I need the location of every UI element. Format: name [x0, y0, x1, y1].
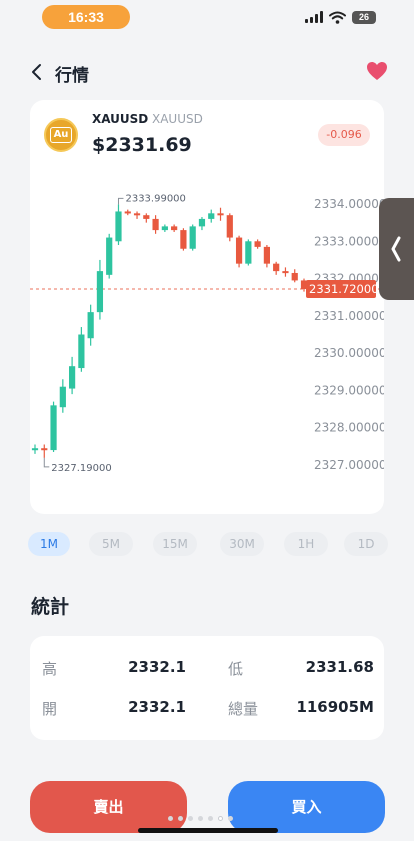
stats-card: 高 2332.1 低 2331.68 開 2332.1 總量 116905M	[30, 636, 384, 740]
stat-volume-label: 總量	[228, 700, 259, 718]
candle-body	[282, 271, 289, 274]
stat-high-label: 高	[42, 660, 58, 678]
candle-body	[180, 230, 187, 249]
cellular-signal-icon	[305, 11, 323, 23]
candle-body	[31, 448, 39, 451]
candle-body	[69, 366, 76, 389]
candle-body	[245, 241, 252, 264]
y-tick-label: 2327.00000	[314, 458, 384, 472]
side-drawer-handle[interactable]	[379, 198, 414, 300]
candle-body	[106, 237, 113, 275]
page-indicator	[168, 816, 233, 821]
candle-body	[291, 272, 298, 281]
stat-open-value: 2332.1	[128, 698, 186, 716]
stat-low-value: 2331.68	[305, 658, 374, 676]
candle-body	[50, 405, 57, 451]
candle-body	[189, 226, 196, 249]
tab-timeframe-1d[interactable]: 1D	[344, 532, 388, 556]
stats-section-title: 統計	[31, 596, 70, 618]
candle-body	[171, 226, 178, 231]
candle-body	[115, 211, 122, 242]
sell-button[interactable]: 賣出	[30, 781, 187, 833]
stat-low-label: 低	[228, 660, 244, 678]
candle-body	[59, 386, 66, 408]
chart-card: Au XAUUSD XAUUSD $2331.69 -0.096 2334.00…	[30, 100, 384, 514]
y-tick-label: 2333.00000	[314, 234, 384, 248]
candle-body	[87, 312, 94, 339]
candle-body	[143, 215, 150, 219]
candle-body	[41, 448, 48, 451]
timeframe-selector: 1M 5M 15M 30M 1H 1D	[28, 532, 388, 558]
candle-body	[96, 271, 104, 313]
status-icons: 26	[305, 9, 376, 25]
candle-body	[124, 211, 131, 214]
high-price-annotation: 2333.99000	[125, 193, 185, 204]
candle-body	[133, 213, 141, 216]
wifi-icon	[329, 11, 346, 24]
low-annotation-leader	[43, 457, 50, 468]
chevron-left-icon	[391, 236, 401, 262]
tab-timeframe-1h[interactable]: 1H	[284, 532, 328, 556]
y-tick-label: 2331.00000	[314, 309, 384, 323]
tab-timeframe-30m[interactable]: 30M	[220, 532, 264, 556]
candle-body	[78, 334, 85, 369]
current-price-tag: 2331.72000	[309, 282, 379, 296]
stat-open-label: 開	[42, 700, 58, 718]
candle-body	[161, 226, 168, 231]
high-annotation-leader	[117, 197, 124, 205]
candle-body	[235, 237, 243, 264]
buy-button[interactable]: 買入	[228, 781, 385, 833]
candle-body	[263, 246, 270, 264]
candle-body	[217, 213, 224, 216]
tab-timeframe-15m[interactable]: 15M	[153, 532, 197, 556]
nav-bar: 行情	[0, 50, 414, 94]
stat-high-value: 2332.1	[128, 658, 186, 676]
stat-volume-value: 116905M	[296, 698, 374, 716]
battery-icon: 26	[352, 10, 376, 24]
candle-body	[254, 241, 261, 247]
home-indicator	[138, 828, 278, 833]
tab-timeframe-5m[interactable]: 5M	[89, 532, 133, 556]
favorite-heart-icon[interactable]	[366, 61, 388, 81]
y-tick-label: 2329.00000	[314, 383, 384, 397]
back-icon[interactable]	[28, 60, 48, 84]
low-price-annotation: 2327.19000	[51, 463, 111, 474]
y-tick-label: 2328.00000	[314, 421, 384, 435]
page-title: 行情	[55, 66, 89, 86]
candle-body	[226, 215, 233, 238]
status-time: 16:33	[42, 5, 130, 29]
candle-body	[273, 263, 280, 272]
candle-body	[198, 218, 206, 227]
status-bar: 16:33 26	[0, 0, 414, 34]
y-tick-label: 2334.00000	[314, 197, 384, 211]
candlestick-chart[interactable]: 2334.00000 2333.00000 2332.00000 2331.00…	[30, 100, 384, 514]
tab-timeframe-1m[interactable]: 1M	[28, 532, 70, 556]
candle-body	[152, 218, 159, 231]
y-tick-label: 2330.00000	[314, 346, 384, 360]
candle-body	[208, 213, 215, 219]
